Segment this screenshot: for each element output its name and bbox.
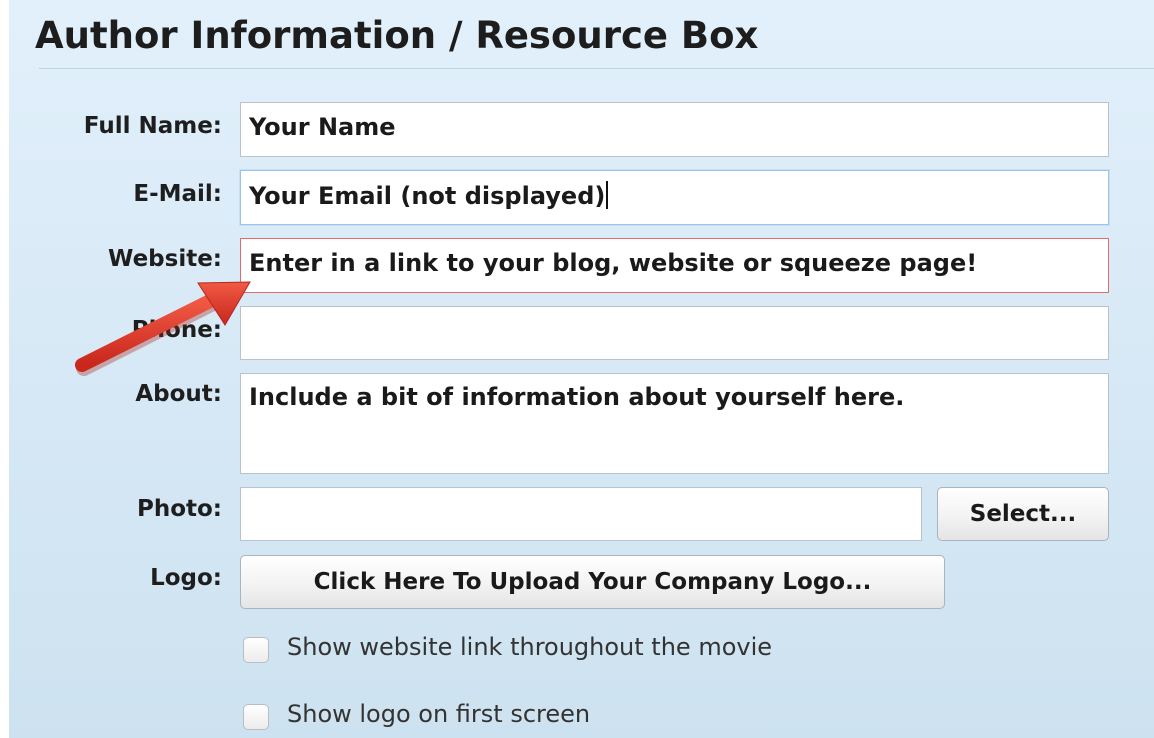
show-logo-label[interactable]: Show logo on first screen	[287, 700, 590, 728]
website-input[interactable]: Enter in a link to your blog, website or…	[240, 238, 1109, 293]
full-name-value: Your Name	[249, 113, 396, 141]
about-textarea[interactable]: Include a bit of information about yours…	[240, 373, 1109, 474]
email-value: Your Email (not displayed)	[249, 182, 606, 210]
email-input[interactable]: Your Email (not displayed)	[240, 170, 1109, 225]
phone-label: Phone:	[131, 317, 222, 343]
website-value: Enter in a link to your blog, website or…	[249, 249, 978, 277]
show-logo-checkbox[interactable]	[243, 704, 269, 730]
photo-select-button[interactable]: Select...	[937, 487, 1109, 541]
logo-label: Logo:	[150, 565, 222, 591]
section-title: Author Information / Resource Box	[35, 14, 759, 57]
photo-label: Photo:	[136, 496, 222, 522]
email-label: E-Mail:	[133, 181, 222, 207]
phone-input[interactable]	[240, 306, 1109, 360]
website-label: Website:	[108, 246, 222, 272]
title-divider	[39, 68, 1154, 69]
about-value: Include a bit of information about yours…	[249, 383, 905, 411]
full-name-input[interactable]: Your Name	[240, 102, 1109, 157]
photo-input[interactable]	[240, 487, 922, 541]
show-website-link-label[interactable]: Show website link throughout the movie	[287, 633, 772, 661]
show-website-link-checkbox[interactable]	[243, 637, 269, 663]
logo-upload-button[interactable]: Click Here To Upload Your Company Logo..…	[240, 555, 945, 609]
about-label: About:	[135, 381, 222, 407]
full-name-label: Full Name:	[83, 113, 222, 139]
text-caret	[606, 181, 609, 209]
